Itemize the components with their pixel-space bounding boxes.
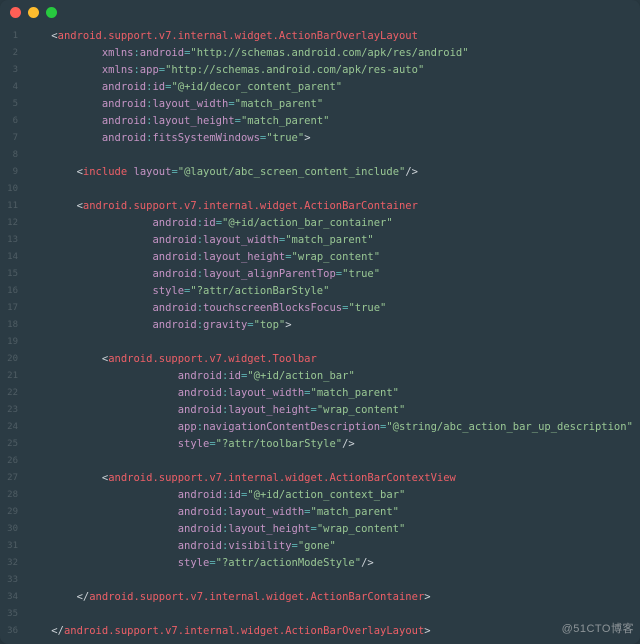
line-number: 20 <box>0 351 18 368</box>
code-line: android:layout_width="match_parent" <box>26 385 640 402</box>
line-number: 23 <box>0 402 18 419</box>
code-line <box>26 606 640 623</box>
code-line: android:layout_height="wrap_content" <box>26 402 640 419</box>
titlebar <box>0 0 640 24</box>
code-line: android:touchscreenBlocksFocus="true" <box>26 300 640 317</box>
code-line: android:visibility="gone" <box>26 538 640 555</box>
line-number: 17 <box>0 300 18 317</box>
code-line: android:id="@+id/decor_content_parent" <box>26 79 640 96</box>
line-number: 10 <box>0 181 18 198</box>
line-number: 25 <box>0 436 18 453</box>
code-line: android:layout_width="match_parent" <box>26 504 640 521</box>
line-number: 13 <box>0 232 18 249</box>
line-number: 6 <box>0 113 18 130</box>
line-number: 31 <box>0 538 18 555</box>
line-number: 29 <box>0 504 18 521</box>
line-number: 16 <box>0 283 18 300</box>
line-number: 33 <box>0 572 18 589</box>
line-number: 21 <box>0 368 18 385</box>
code-line: android:layout_height="wrap_content" <box>26 521 640 538</box>
line-number: 30 <box>0 521 18 538</box>
code-line <box>26 572 640 589</box>
code-line: xmlns:android="http://schemas.android.co… <box>26 45 640 62</box>
code-line <box>26 181 640 198</box>
code-line: android:id="@+id/action_context_bar" <box>26 487 640 504</box>
code-line: <android.support.v7.widget.Toolbar <box>26 351 640 368</box>
code-line: android:layout_width="match_parent" <box>26 232 640 249</box>
code-line: </android.support.v7.internal.widget.Act… <box>26 623 640 640</box>
watermark: @51CTO博客 <box>562 621 634 638</box>
line-number: 8 <box>0 147 18 164</box>
line-number: 3 <box>0 62 18 79</box>
code-line: </android.support.v7.internal.widget.Act… <box>26 589 640 606</box>
line-number: 4 <box>0 79 18 96</box>
line-number: 34 <box>0 589 18 606</box>
code-line: <android.support.v7.internal.widget.Acti… <box>26 470 640 487</box>
zoom-icon[interactable] <box>46 7 57 18</box>
code-line <box>26 453 640 470</box>
line-number: 35 <box>0 606 18 623</box>
line-number: 2 <box>0 45 18 62</box>
line-number: 1 <box>0 28 18 45</box>
line-number: 14 <box>0 249 18 266</box>
code-line: android:layout_height="match_parent" <box>26 113 640 130</box>
line-number: 36 <box>0 623 18 640</box>
line-number: 5 <box>0 96 18 113</box>
line-number: 27 <box>0 470 18 487</box>
code-line: <android.support.v7.internal.widget.Acti… <box>26 28 640 45</box>
code-window: 1234567891011121314151617181920212223242… <box>0 0 640 644</box>
line-number: 12 <box>0 215 18 232</box>
code-line: xmlns:app="http://schemas.android.com/ap… <box>26 62 640 79</box>
code-line <box>26 147 640 164</box>
code-line: android:fitsSystemWindows="true"> <box>26 130 640 147</box>
line-number: 22 <box>0 385 18 402</box>
close-icon[interactable] <box>10 7 21 18</box>
line-number: 9 <box>0 164 18 181</box>
line-number: 15 <box>0 266 18 283</box>
minimize-icon[interactable] <box>28 7 39 18</box>
code-line: android:id="@+id/action_bar" <box>26 368 640 385</box>
code-line: android:id="@+id/action_bar_container" <box>26 215 640 232</box>
code-line: style="?attr/actionBarStyle" <box>26 283 640 300</box>
line-number: 26 <box>0 453 18 470</box>
line-number: 19 <box>0 334 18 351</box>
line-number: 24 <box>0 419 18 436</box>
editor: 1234567891011121314151617181920212223242… <box>0 24 640 640</box>
line-number: 28 <box>0 487 18 504</box>
code-line: android:layout_height="wrap_content" <box>26 249 640 266</box>
code-line: <include layout="@layout/abc_screen_cont… <box>26 164 640 181</box>
line-number: 32 <box>0 555 18 572</box>
code-line: app:navigationContentDescription="@strin… <box>26 419 640 436</box>
code-line: android:layout_width="match_parent" <box>26 96 640 113</box>
code-line: android:layout_alignParentTop="true" <box>26 266 640 283</box>
line-number: 7 <box>0 130 18 147</box>
line-number-gutter: 1234567891011121314151617181920212223242… <box>0 28 26 640</box>
line-number: 18 <box>0 317 18 334</box>
code-line: style="?attr/toolbarStyle"/> <box>26 436 640 453</box>
code-line <box>26 334 640 351</box>
code-line: <android.support.v7.internal.widget.Acti… <box>26 198 640 215</box>
code-line: android:gravity="top"> <box>26 317 640 334</box>
code-line: style="?attr/actionModeStyle"/> <box>26 555 640 572</box>
code-area: <android.support.v7.internal.widget.Acti… <box>26 28 640 640</box>
line-number: 11 <box>0 198 18 215</box>
